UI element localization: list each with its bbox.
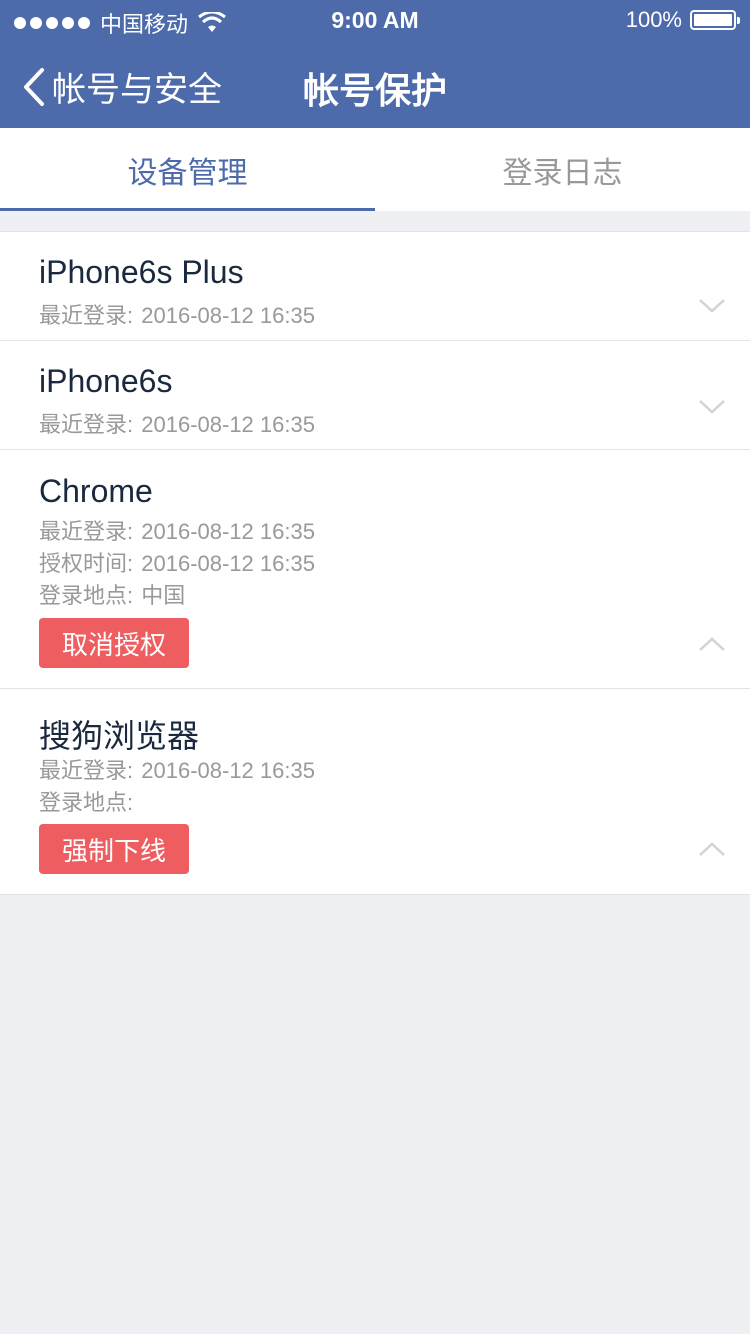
- device-name: Chrome: [39, 473, 153, 509]
- location-value: 中国: [141, 583, 186, 608]
- revoke-authorization-button[interactable]: 取消授权: [39, 618, 189, 668]
- header: 中国移动 9:00 AM 100% 帐号与安全 帐号保护: [0, 0, 750, 128]
- location-label: 登录地点:: [39, 790, 134, 815]
- chevron-up-icon[interactable]: [698, 841, 726, 857]
- status-bar: 中国移动 9:00 AM 100%: [0, 0, 750, 40]
- last-login-value: 2016-08-12 16:35: [141, 412, 315, 437]
- last-login-label: 最近登录:: [39, 519, 134, 544]
- auth-time-label: 授权时间:: [39, 551, 134, 576]
- back-button-label: 帐号与安全: [52, 71, 222, 109]
- last-login-value: 2016-08-12 16:35: [141, 519, 315, 544]
- battery-percent: 100%: [625, 7, 682, 32]
- last-login-label: 最近登录:: [39, 303, 134, 328]
- auth-time-value: 2016-08-12 16:35: [141, 551, 315, 576]
- chevron-down-icon[interactable]: [698, 399, 726, 415]
- tab-login-log[interactable]: 登录日志: [375, 128, 750, 211]
- device-item[interactable]: Chrome 最近登录: 2016-08-12 16:35 授权时间: 2016…: [0, 450, 750, 689]
- device-item[interactable]: iPhone6s Plus 最近登录: 2016-08-12 16:35: [0, 232, 750, 341]
- last-login-label: 最近登录:: [39, 412, 134, 437]
- active-tab-indicator: [0, 208, 375, 211]
- page-title: 帐号保护: [303, 70, 448, 111]
- battery-fill: [694, 14, 732, 26]
- last-login-value: 2016-08-12 16:35: [141, 303, 315, 328]
- last-login-label: 最近登录:: [39, 758, 134, 783]
- last-login-row: 最近登录: 2016-08-12 16:35: [39, 298, 315, 330]
- auth-time-row: 授权时间: 2016-08-12 16:35: [39, 546, 315, 578]
- chevron-down-icon[interactable]: [698, 298, 726, 314]
- device-name: 搜狗浏览器: [39, 718, 200, 754]
- tab-bar: 设备管理 登录日志: [0, 128, 750, 211]
- device-list: iPhone6s Plus 最近登录: 2016-08-12 16:35 iPh…: [0, 231, 750, 895]
- device-item[interactable]: iPhone6s 最近登录: 2016-08-12 16:35: [0, 341, 750, 450]
- back-button[interactable]: 帐号与安全: [22, 62, 222, 111]
- chevron-left-icon: [24, 67, 44, 106]
- chevron-up-icon[interactable]: [698, 636, 726, 652]
- device-name: iPhone6s: [39, 363, 173, 399]
- tab-device-management-label: 设备管理: [127, 156, 248, 190]
- device-name: iPhone6s Plus: [39, 254, 244, 290]
- tab-login-log-label: 登录日志: [502, 156, 623, 190]
- force-logout-button[interactable]: 强制下线: [39, 824, 189, 874]
- last-login-row: 最近登录: 2016-08-12 16:35: [39, 514, 315, 546]
- location-label: 登录地点:: [39, 583, 134, 608]
- last-login-row: 最近登录: 2016-08-12 16:35: [39, 753, 315, 785]
- device-item[interactable]: 搜狗浏览器 最近登录: 2016-08-12 16:35 登录地点: 强制下线: [0, 689, 750, 895]
- tab-device-management[interactable]: 设备管理: [0, 128, 375, 211]
- location-row: 登录地点:: [39, 785, 135, 817]
- last-login-value: 2016-08-12 16:35: [141, 758, 315, 783]
- status-right: 100%: [625, 7, 740, 33]
- battery-icon: [690, 10, 740, 30]
- last-login-row: 最近登录: 2016-08-12 16:35: [39, 407, 315, 439]
- location-row: 登录地点: 中国: [39, 578, 185, 610]
